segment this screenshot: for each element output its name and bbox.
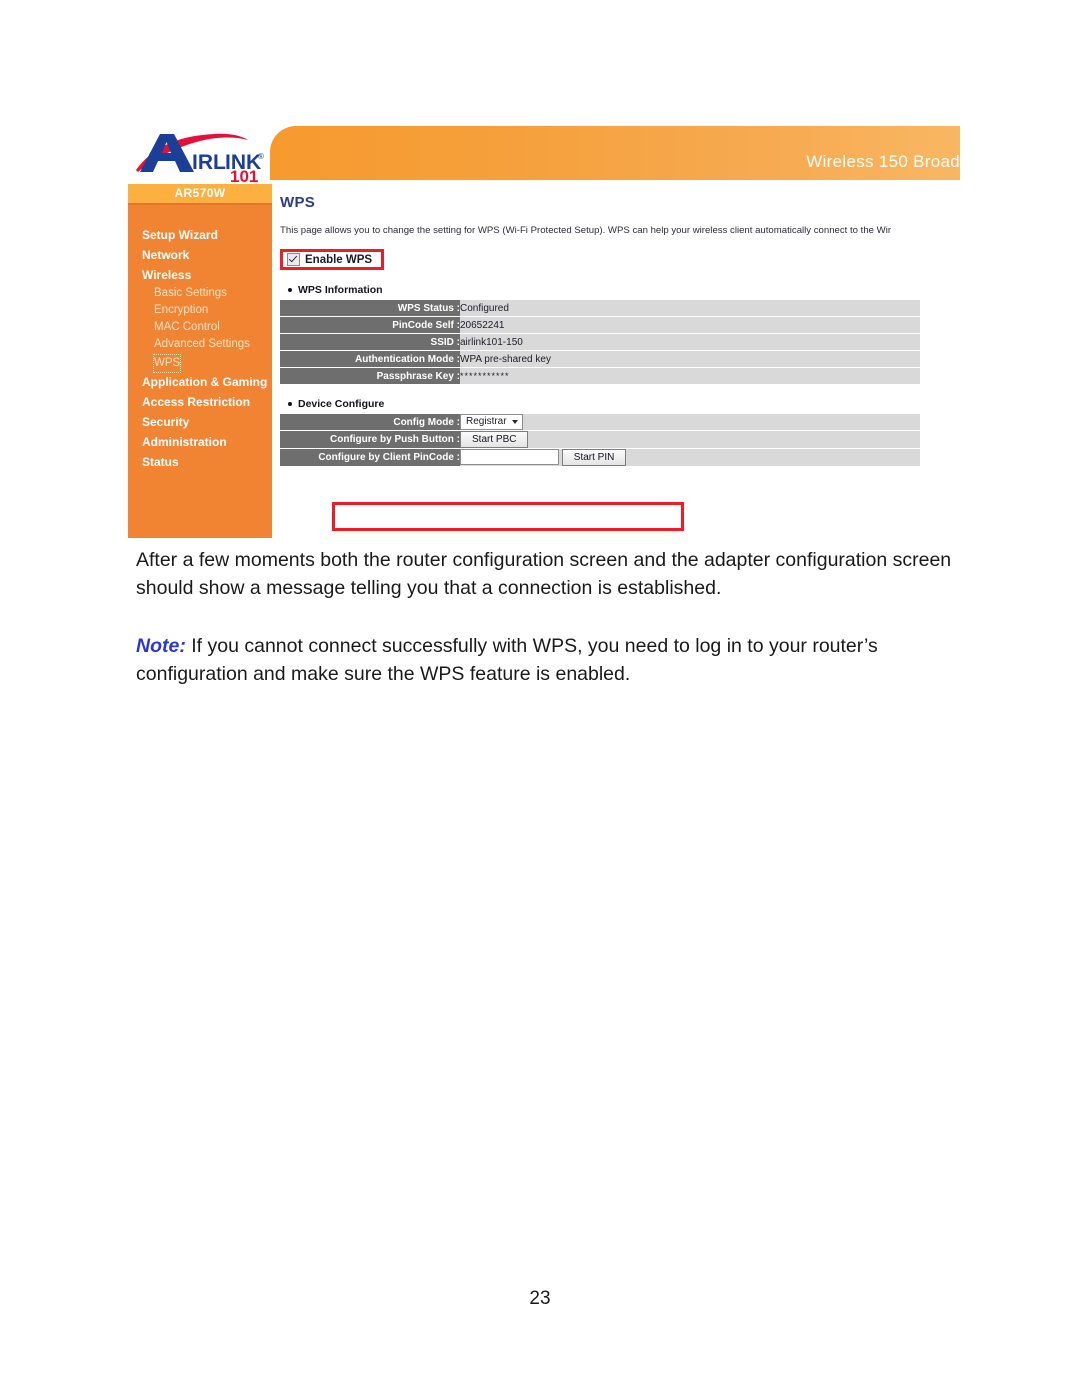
document-body: After a few moments both the router conf… <box>136 546 964 688</box>
sidebar-item-wps[interactable]: WPS <box>152 354 182 373</box>
page-title: WPS <box>280 194 316 211</box>
client-pincode-label: Configure by Client PinCode : <box>280 448 460 467</box>
table-row: Passphrase Key : *********** <box>280 367 920 385</box>
sidebar-nav: Setup Wizard Network Wireless Basic Sett… <box>128 205 272 472</box>
svg-text:101: 101 <box>230 167 258 184</box>
sidebar-item-wireless[interactable]: Wireless <box>128 265 272 285</box>
paragraph-connection-established: After a few moments both the router conf… <box>136 549 952 599</box>
table-row: SSID : airlink101-150 <box>280 333 920 351</box>
sidebar-item-advanced-settings[interactable]: Advanced Settings <box>128 336 272 353</box>
table-row: WPS Status : Configured <box>280 300 920 317</box>
wps-status-value: Configured <box>460 300 920 317</box>
page-description: This page allows you to change the setti… <box>280 225 892 236</box>
authentication-mode-value: WPA pre-shared key <box>460 350 920 368</box>
push-button-label: Configure by Push Button : <box>280 430 460 449</box>
bullet-icon <box>288 402 292 406</box>
airlink101-logo: IRL INK ® 101 <box>130 126 270 184</box>
page-number: 23 <box>529 1288 551 1309</box>
paragraph-note: Note: If you cannot connect successfully… <box>136 632 964 688</box>
table-row: Configure by Client PinCode : Start PIN <box>280 448 920 467</box>
note-text: If you cannot connect successfully with … <box>136 635 878 685</box>
device-configure-heading-label: Device Configure <box>298 398 385 410</box>
sidebar-item-access-restriction[interactable]: Access Restriction <box>128 392 272 412</box>
router-sidebar: AR570W Setup Wizard Network Wireless Bas… <box>128 184 272 538</box>
device-configure-table: Config Mode : Registrar Configure by Pus… <box>280 414 920 467</box>
header-orange-banner: Wireless 150 Broad <box>270 126 960 180</box>
enable-wps-highlight: Enable WPS <box>280 249 385 270</box>
sidebar-item-status[interactable]: Status <box>128 452 272 472</box>
start-pin-button[interactable]: Start PIN <box>561 449 627 466</box>
push-button-cell: Start PBC <box>460 430 920 449</box>
sidebar-item-security[interactable]: Security <box>128 412 272 432</box>
config-mode-cell: Registrar <box>460 414 920 431</box>
router-main-content: WPS This page allows you to change the s… <box>280 194 960 467</box>
passphrase-key-label: Passphrase Key : <box>280 367 460 385</box>
wps-information-heading-label: WPS Information <box>298 284 383 296</box>
table-row: Configure by Push Button : Start PBC <box>280 430 920 449</box>
pincode-self-value: 20652241 <box>460 316 920 334</box>
config-mode-select[interactable]: Registrar <box>460 414 523 430</box>
pincode-self-label: PinCode Self : <box>280 316 460 334</box>
authentication-mode-label: Authentication Mode : <box>280 350 460 368</box>
model-badge: AR570W <box>128 184 272 205</box>
sidebar-item-mac-control[interactable]: MAC Control <box>128 319 272 336</box>
chevron-down-icon <box>511 420 518 424</box>
config-mode-value: Registrar <box>466 416 507 427</box>
wps-status-label: WPS Status : <box>280 300 460 317</box>
client-pincode-cell: Start PIN <box>460 448 920 467</box>
client-pincode-highlight <box>332 502 684 531</box>
bullet-icon <box>288 288 292 292</box>
device-configure-heading: Device Configure <box>280 398 960 410</box>
table-row: PinCode Self : 20652241 <box>280 316 920 334</box>
sidebar-item-network[interactable]: Network <box>128 245 272 265</box>
router-header: Wireless 150 Broad IRL INK ® 101 <box>128 122 960 184</box>
passphrase-key-value: *********** <box>460 367 920 385</box>
table-row: Authentication Mode : WPA pre-shared key <box>280 350 920 368</box>
ssid-label: SSID : <box>280 333 460 351</box>
config-mode-label: Config Mode : <box>280 414 460 431</box>
router-admin-screenshot: Wireless 150 Broad IRL INK ® 101 AR570W … <box>128 122 960 538</box>
logo-trademark-icon: ® <box>258 152 264 161</box>
ssid-value: airlink101-150 <box>460 333 920 351</box>
sidebar-item-administration[interactable]: Administration <box>128 432 272 452</box>
note-keyword: Note: <box>136 635 186 657</box>
enable-wps-label: Enable WPS <box>305 253 373 266</box>
client-pincode-input[interactable] <box>460 449 559 466</box>
sidebar-item-setup-wizard[interactable]: Setup Wizard <box>128 225 272 245</box>
sidebar-item-basic-settings[interactable]: Basic Settings <box>128 285 272 302</box>
start-pbc-button[interactable]: Start PBC <box>460 431 529 448</box>
sidebar-item-encryption[interactable]: Encryption <box>128 302 272 319</box>
wps-information-table: WPS Status : Configured PinCode Self : 2… <box>280 300 920 385</box>
sidebar-item-application-gaming[interactable]: Application & Gaming <box>128 372 272 392</box>
wps-information-heading: WPS Information <box>280 284 960 296</box>
svg-text:IRL: IRL <box>192 151 226 174</box>
product-title: Wireless 150 Broad <box>806 152 960 171</box>
enable-wps-checkbox[interactable] <box>287 253 300 266</box>
table-row: Config Mode : Registrar <box>280 414 920 431</box>
